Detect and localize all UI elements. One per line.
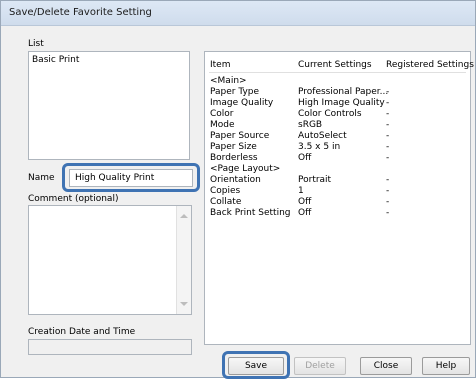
row-registered: - [386,131,390,141]
row-registered: - [386,175,390,185]
column-header-current-settings: Current Settings [298,60,372,70]
row-current: Color Controls [298,109,362,119]
row-item: Paper Type [210,87,260,97]
row-item: Back Print Setting [210,208,291,218]
scroll-down-icon[interactable] [180,302,188,306]
row-registered: - [386,120,390,130]
creation-date-field [28,339,192,355]
name-label: Name [28,173,55,183]
table-row: Borderless Off - [205,153,470,164]
table-row: Paper Size 3.5 x 5 in - [205,142,470,153]
row-current: sRGB [298,120,323,130]
table-row: <Main> [205,76,470,87]
creation-date-label: Creation Date and Time [28,327,136,337]
settings-table[interactable]: Item Current Settings Registered Setting… [204,51,474,345]
row-item: <Page Layout> [210,164,281,174]
row-item: Paper Size [210,142,257,152]
row-current: 3.5 x 5 in [298,142,341,152]
dialog-window: Save/Delete Favorite Setting List Basic … [0,0,476,379]
comment-textarea[interactable] [28,205,192,315]
list-item[interactable]: Basic Print [32,55,79,65]
row-registered: - [386,142,390,152]
row-item: Orientation [210,175,261,185]
row-registered: - [386,98,390,108]
row-registered: - [386,109,390,119]
row-registered: - [386,208,390,218]
row-current: 1 [298,186,304,196]
row-registered: - [386,186,390,196]
table-row: Copies 1 - [205,186,470,197]
row-current: AutoSelect [298,131,347,141]
delete-button[interactable]: Delete [294,357,346,375]
name-field-highlight [62,163,200,192]
table-row: Orientation Portrait - [205,175,470,186]
row-registered: - [386,197,390,207]
table-row: Mode sRGB - [205,120,470,131]
column-header-item: Item [210,60,231,70]
row-current: Portrait [298,175,332,185]
favorites-listbox[interactable]: Basic Print [28,51,190,160]
table-row: Collate Off - [205,197,470,208]
row-current: Off [298,208,312,218]
header-divider [209,72,466,73]
save-button-highlight [222,351,290,379]
row-registered: - [386,153,390,163]
row-item: Mode [210,120,235,130]
row-item: Paper Source [210,131,270,141]
comment-scrollbar[interactable] [176,206,191,314]
help-button[interactable]: Help [422,357,470,375]
table-row: Image Quality High Image Quality - [205,98,470,109]
title-bar[interactable]: Save/Delete Favorite Setting [1,1,475,26]
row-item: Copies [210,186,241,196]
table-row: Back Print Setting Off - [205,208,470,219]
table-row: Color Color Controls - [205,109,470,120]
row-registered: - [386,87,390,97]
row-current: Off [298,197,312,207]
row-current: Off [298,153,312,163]
table-row: Paper Source AutoSelect - [205,131,470,142]
row-item: Collate [210,197,242,207]
table-row: Paper Type Professional Paper... - [205,87,470,98]
close-button[interactable]: Close [360,357,412,375]
window-title: Save/Delete Favorite Setting [9,7,152,18]
row-item: <Main> [210,76,247,86]
row-item: Color [210,109,234,119]
table-row: <Page Layout> [205,164,470,175]
row-current: High Image Quality [298,98,385,108]
scroll-up-icon[interactable] [180,214,188,218]
list-label: List [28,39,44,49]
column-header-registered-settings: Registered Settings [386,60,474,70]
row-item: Borderless [210,153,258,163]
row-item: Image Quality [210,98,274,108]
comment-label: Comment (optional) [28,194,119,204]
row-current: Professional Paper... [298,87,389,97]
